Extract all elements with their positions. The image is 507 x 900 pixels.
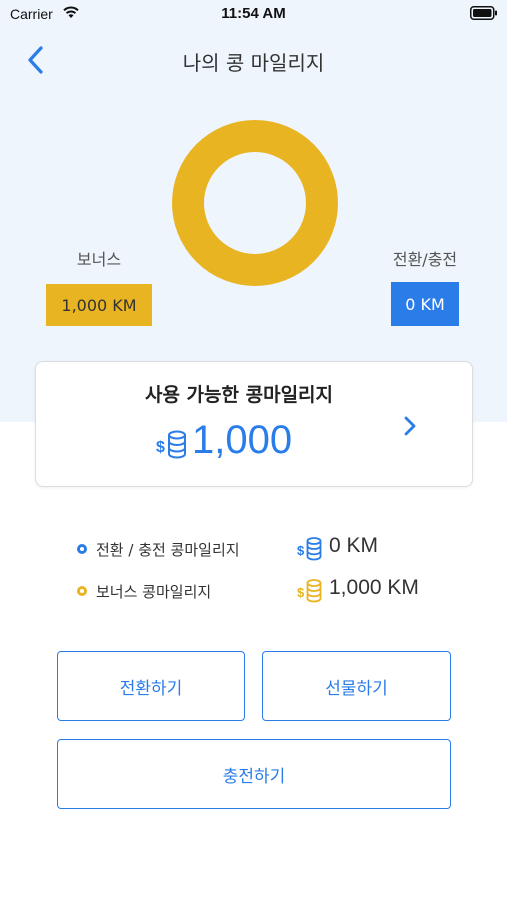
charge-button[interactable]: 충전하기 bbox=[57, 739, 451, 809]
coin-stack-icon: $ bbox=[297, 579, 322, 603]
bonus-value-badge: 1,000 KM bbox=[46, 284, 152, 326]
status-bar: Carrier 11:54 AM bbox=[0, 0, 507, 30]
coin-stack-icon: $ bbox=[156, 430, 186, 459]
legend-value: 0 KM bbox=[329, 534, 379, 557]
legend-item-bonus: 보너스 콩마일리지 $ 1,000 KM bbox=[0, 576, 507, 606]
convert-button[interactable]: 전환하기 bbox=[57, 651, 245, 721]
svg-text:$: $ bbox=[297, 543, 305, 558]
gift-button[interactable]: 선물하기 bbox=[262, 651, 451, 721]
available-mileage-value: 1,000 bbox=[192, 418, 293, 462]
page-title: 나의 콩 마일리지 bbox=[182, 51, 325, 75]
coin-stack-icon: $ bbox=[297, 537, 322, 561]
conversion-label: 전환/충전 bbox=[392, 250, 458, 269]
legend-label: 전환 / 충전 콩마일리지 bbox=[96, 541, 240, 559]
legend-value: 1,000 KM bbox=[329, 576, 419, 599]
svg-text:$: $ bbox=[156, 439, 165, 456]
yellow-dot-icon bbox=[77, 586, 87, 596]
battery-icon bbox=[470, 6, 497, 20]
svg-text:$: $ bbox=[297, 585, 305, 600]
donut-segment-bonus bbox=[172, 120, 338, 286]
mileage-donut-chart bbox=[172, 120, 338, 286]
status-time: 11:54 AM bbox=[221, 5, 286, 22]
legend-item-conversion: 전환 / 충전 콩마일리지 $ 0 KM bbox=[0, 534, 507, 564]
bonus-label: 보너스 bbox=[76, 250, 122, 269]
available-mileage-title: 사용 가능한 콩마일리지 bbox=[144, 384, 334, 406]
available-mileage-card[interactable]: 사용 가능한 콩마일리지 $ 1,000 bbox=[35, 361, 473, 487]
conversion-value-badge: 0 KM bbox=[391, 282, 459, 326]
legend-label: 보너스 콩마일리지 bbox=[96, 583, 212, 601]
chevron-right-icon bbox=[404, 416, 416, 436]
blue-dot-icon bbox=[77, 544, 87, 554]
